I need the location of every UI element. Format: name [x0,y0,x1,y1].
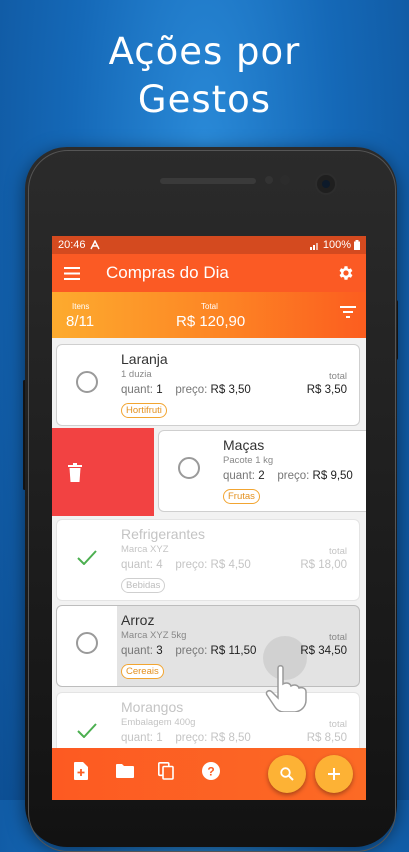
help-icon[interactable]: ? [202,762,220,780]
gear-icon[interactable] [326,264,366,282]
list-item[interactable]: Refrigerantes Marca XYZ quant: 4 preço: … [56,519,360,601]
item-name: Arroz [121,612,155,628]
item-total-label: total [329,719,347,730]
check-icon[interactable] [77,550,97,565]
list-item[interactable]: Arroz Marca XYZ 5kg quant: 3 preço: R$ 1… [56,605,360,687]
battery-percent: 100% [322,239,351,251]
add-icon [328,768,340,780]
item-name: Maças [223,437,265,453]
battery-icon [354,240,360,250]
category-badge: Frutas [223,489,260,504]
promo-line-1: Ações por [108,30,301,73]
unchecked-circle-icon[interactable] [178,457,200,479]
item-description: 1 duzia [121,369,152,380]
bottom-bar: ? [52,748,366,800]
unchecked-circle-icon[interactable] [76,632,98,654]
unchecked-circle-icon[interactable] [76,371,98,393]
item-total-label: total [329,371,347,382]
menu-icon[interactable] [52,266,92,280]
filter-icon[interactable] [340,305,356,323]
summary-bar: Itens 8/11 Total R$ 120,90 [52,292,366,338]
item-total: R$ 34,50 [300,645,347,657]
add-file-icon[interactable] [74,762,88,780]
category-badge: Hortifruti [121,403,167,418]
items-count: 8/11 [66,313,95,330]
item-description: Marca XYZ 5kg [121,630,187,641]
gesture-hand-icon [265,665,307,712]
item-name: Morangos [121,699,184,715]
svg-text:?: ? [207,765,214,779]
phone-speaker [160,178,256,184]
delete-swipe-background[interactable] [52,428,154,516]
promo-line-2: Gestos [137,78,272,121]
phone-sensor [265,176,273,184]
item-name: Laranja [121,351,168,367]
category-badge: Bebidas [121,578,166,593]
category-badge: Cereais [121,664,164,679]
app-screen: 20:46 100% Compras do Dia Itens 8/11 Tot… [52,236,366,800]
app-notification-icon [89,240,100,250]
add-fab[interactable] [315,755,353,793]
item-quantity-price: quant: 1 preço: R$ 3,50 [121,384,251,396]
phone-camera [315,173,337,195]
status-time: 20:46 [58,239,86,251]
list-item[interactable]: Maças Pacote 1 kg quant: 2 preço: R$ 9,5… [158,430,366,512]
phone-sensor [280,175,290,185]
item-quantity-price: quant: 3 preço: R$ 11,50 [121,645,257,657]
item-total: R$ 3,50 [306,384,347,396]
signal-icon [309,242,318,250]
search-icon [280,767,294,781]
trash-icon[interactable] [67,463,83,482]
list-item[interactable]: Laranja 1 duzia quant: 1 preço: R$ 3,50 … [56,344,360,426]
app-title: Compras do Dia [106,263,229,282]
item-quantity-price: quant: 2 preço: R$ 9,50 [223,470,353,482]
item-total: R$ 18,00 [300,559,347,571]
total-label: Total [201,302,218,311]
item-total-label: total [329,632,347,643]
promo-headline: Ações por Gestos [0,28,409,124]
status-bar: 20:46 100% [52,236,366,254]
folder-icon[interactable] [116,764,134,778]
total-value: R$ 120,90 [176,313,246,330]
item-description: Embalagem 400g [121,717,196,728]
item-total: R$ 8,50 [306,732,347,744]
item-description: Pacote 1 kg [223,455,274,466]
copy-icon[interactable] [158,762,174,780]
item-quantity-price: quant: 1 preço: R$ 8,50 [121,732,251,744]
item-quantity-price: quant: 4 preço: R$ 4,50 [121,559,251,571]
items-label: Itens [72,302,90,311]
item-total-label: total [329,546,347,557]
app-bar: Compras do Dia [52,254,366,292]
item-description: Marca XYZ [121,544,169,555]
search-fab[interactable] [268,755,306,793]
check-icon[interactable] [77,723,97,738]
item-name: Refrigerantes [121,526,206,542]
